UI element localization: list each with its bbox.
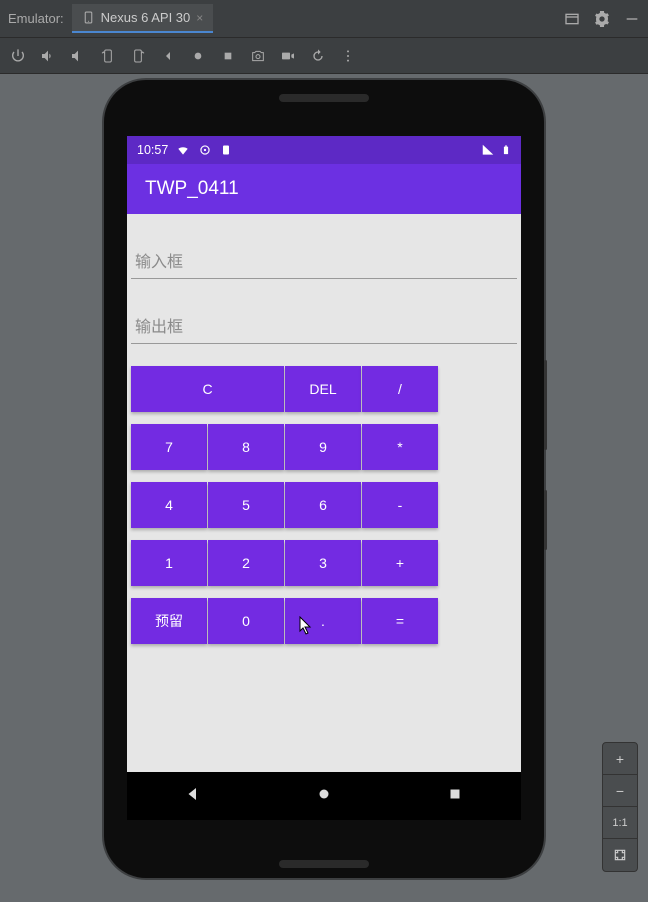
speaker-top: [279, 94, 369, 102]
rotate-right-icon[interactable]: [130, 48, 146, 64]
battery-icon: [501, 143, 511, 157]
power-button-hw: [544, 490, 547, 550]
phone-icon: [82, 11, 95, 24]
calc-2-button[interactable]: 2: [208, 540, 284, 586]
emulator-label: Emulator:: [8, 11, 64, 26]
calc-5-button[interactable]: 5: [208, 482, 284, 528]
input-placeholder: 输入框: [135, 254, 183, 271]
volume-down-icon[interactable]: [70, 48, 86, 64]
record-icon[interactable]: [190, 48, 206, 64]
input-field[interactable]: 输入框: [131, 220, 517, 279]
calc-4-button[interactable]: 4: [131, 482, 207, 528]
wifi-icon: [176, 143, 190, 157]
nav-recents-icon[interactable]: [446, 785, 464, 808]
window-icon[interactable]: [564, 11, 580, 27]
sim-icon: [220, 143, 232, 157]
video-icon[interactable]: [280, 48, 296, 64]
zoom-panel: + − 1:1: [602, 742, 638, 872]
device-tab[interactable]: Nexus 6 API 30 ×: [72, 4, 214, 33]
more-icon[interactable]: [340, 48, 356, 64]
calc-0-button[interactable]: 0: [208, 598, 284, 644]
output-field[interactable]: 输出框: [131, 285, 517, 344]
restart-icon[interactable]: [310, 48, 326, 64]
calc-dot-button[interactable]: .: [285, 598, 361, 644]
output-placeholder: 输出框: [135, 319, 183, 336]
emulator-toolbar: [0, 38, 648, 74]
power-icon[interactable]: [10, 48, 26, 64]
status-bar: 10:57: [127, 136, 521, 164]
phone-frame: 10:57 TWP_0411 输入框 输出: [104, 80, 544, 878]
calc-plus-button[interactable]: +: [362, 540, 438, 586]
calc-divide-button[interactable]: /: [362, 366, 438, 412]
back-icon[interactable]: [160, 48, 176, 64]
minimize-icon[interactable]: [624, 11, 640, 27]
calc-reserved-button[interactable]: 预留: [131, 598, 207, 644]
calc-delete-button[interactable]: DEL: [285, 366, 361, 412]
calc-6-button[interactable]: 6: [285, 482, 361, 528]
device-tab-label: Nexus 6 API 30: [101, 10, 191, 25]
app-title: TWP_0411: [145, 178, 239, 200]
debug-icon: [198, 143, 212, 157]
gear-icon[interactable]: [594, 11, 610, 27]
nav-home-icon[interactable]: [315, 785, 333, 808]
zoom-fit-button[interactable]: [603, 839, 637, 871]
nav-back-icon[interactable]: [184, 785, 202, 808]
android-nav-bar: [127, 772, 521, 820]
calculator-grid: C DEL / 7 8 9 * 4 5 6 - 1 2 3: [131, 366, 517, 644]
stop-icon[interactable]: [220, 48, 236, 64]
zoom-in-button[interactable]: +: [603, 743, 637, 775]
volume-rocker: [544, 360, 547, 450]
calc-7-button[interactable]: 7: [131, 424, 207, 470]
calc-minus-button[interactable]: -: [362, 482, 438, 528]
calc-multiply-button[interactable]: *: [362, 424, 438, 470]
calc-3-button[interactable]: 3: [285, 540, 361, 586]
volume-up-icon[interactable]: [40, 48, 56, 64]
app-bar: TWP_0411: [127, 164, 521, 214]
calc-8-button[interactable]: 8: [208, 424, 284, 470]
speaker-bottom: [279, 860, 369, 868]
rotate-left-icon[interactable]: [100, 48, 116, 64]
calc-equals-button[interactable]: =: [362, 598, 438, 644]
close-tab-icon[interactable]: ×: [196, 11, 203, 25]
zoom-ratio-button[interactable]: 1:1: [603, 807, 637, 839]
status-time: 10:57: [137, 143, 168, 157]
signal-icon: [481, 143, 495, 157]
calc-9-button[interactable]: 9: [285, 424, 361, 470]
zoom-out-button[interactable]: −: [603, 775, 637, 807]
camera-icon[interactable]: [250, 48, 266, 64]
device-screen[interactable]: 10:57 TWP_0411 输入框 输出: [127, 136, 521, 820]
calc-clear-button[interactable]: C: [131, 366, 284, 412]
calc-1-button[interactable]: 1: [131, 540, 207, 586]
